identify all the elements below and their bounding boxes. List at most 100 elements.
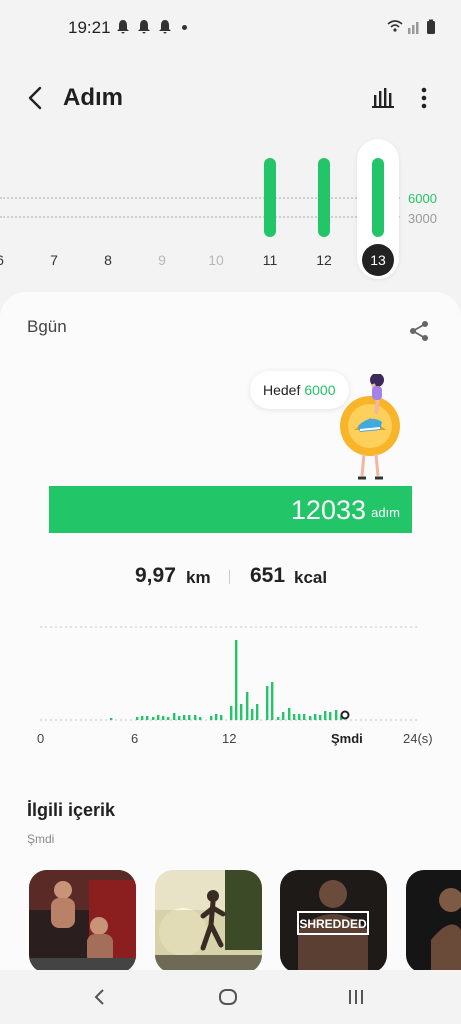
hourly-bar xyxy=(309,716,312,720)
hourly-steps-chart: 0 6 12 Şmdi 24(s) xyxy=(0,617,461,757)
goal-line-3000 xyxy=(0,216,400,218)
share-button[interactable] xyxy=(408,320,430,342)
hourly-bar xyxy=(282,712,285,720)
chevron-left-icon xyxy=(28,86,42,110)
day-label[interactable]: 7 xyxy=(39,252,69,268)
more-vertical-icon xyxy=(421,87,427,109)
hourly-bar xyxy=(110,718,113,720)
related-content-card-2[interactable] xyxy=(155,870,262,973)
tick-label: 6 xyxy=(131,731,139,746)
day-label[interactable]: 11 xyxy=(255,252,285,268)
hourly-bar xyxy=(319,715,322,720)
hourly-bar xyxy=(251,709,254,720)
hourly-bar xyxy=(194,715,197,720)
hourly-bar xyxy=(157,715,160,720)
tick-label: 0 xyxy=(37,731,45,746)
hourly-bar xyxy=(298,714,301,720)
hourly-bar xyxy=(173,713,176,720)
day-title: Bgün xyxy=(27,317,67,336)
day-bar-13[interactable] xyxy=(372,158,384,237)
statistics-button[interactable] xyxy=(370,86,396,110)
goal-value: 6000 xyxy=(304,382,336,398)
hourly-bar xyxy=(199,717,202,720)
selected-day-label[interactable]: 13 xyxy=(362,244,394,276)
hourly-bar xyxy=(335,710,338,720)
day-bar-11[interactable] xyxy=(264,158,276,237)
page-title: Adım xyxy=(63,84,123,111)
day-label[interactable]: 12 xyxy=(309,252,339,268)
hourly-bar xyxy=(235,640,238,720)
nav-back-button[interactable] xyxy=(84,982,114,1012)
bell-icon xyxy=(117,20,129,34)
fitness-image xyxy=(406,870,461,973)
more-options-button[interactable] xyxy=(414,84,434,112)
hourly-bars xyxy=(40,626,420,721)
related-content-card-4[interactable] xyxy=(406,870,461,973)
system-navigation-bar xyxy=(0,970,461,1024)
goal-label: Hedef xyxy=(263,382,301,398)
status-time: 19:21 xyxy=(68,18,111,37)
related-content-subtitle: Şmdi xyxy=(27,832,55,846)
day-bar-12[interactable] xyxy=(318,158,330,237)
nav-recents-button[interactable] xyxy=(341,982,371,1012)
goal-label-6000: 6000 xyxy=(408,191,437,206)
day-label[interactable]: 10 xyxy=(201,252,231,268)
hourly-bar xyxy=(215,714,218,720)
related-content-card-3[interactable]: SHREDDED xyxy=(280,870,387,973)
tick-label: 24(s) xyxy=(403,731,433,746)
goal-bubble: Hedef 6000 xyxy=(250,371,349,409)
nav-home-icon xyxy=(219,989,237,1005)
day-label[interactable]: 6 xyxy=(0,252,15,268)
status-bar: 19:21 xyxy=(0,0,461,56)
hourly-bar xyxy=(314,714,317,720)
related-content-title: İlgili içerik xyxy=(27,800,116,820)
divider xyxy=(229,570,230,584)
nav-recents-icon xyxy=(349,990,363,1004)
hourly-bar xyxy=(324,711,327,720)
hourly-bar xyxy=(167,717,170,720)
back-button[interactable] xyxy=(22,84,48,112)
share-icon xyxy=(410,321,428,341)
hourly-bar xyxy=(152,717,155,720)
workout-image xyxy=(29,870,136,973)
goal-line-6000 xyxy=(0,197,400,199)
shredded-image: SHREDDED xyxy=(280,870,387,973)
notification-dot-icon xyxy=(182,25,187,30)
nav-back-icon xyxy=(94,989,104,1005)
daily-detail-card: Bgün Hedef 6000 12033 adım 9,97 km 651 k… xyxy=(0,292,461,1024)
goal-achieved-badge-icon xyxy=(340,374,400,480)
hourly-bar xyxy=(303,714,306,720)
hourly-bar xyxy=(136,717,139,720)
tick-label: 12 xyxy=(222,731,237,746)
hourly-bar xyxy=(178,716,181,720)
hourly-bar xyxy=(277,717,280,720)
hourly-bar xyxy=(146,716,149,720)
calories-unit: kcal xyxy=(294,568,328,587)
steps-count: 12033 xyxy=(290,495,366,525)
running-image xyxy=(155,870,262,973)
distance-unit: km xyxy=(186,568,211,587)
bell-icon xyxy=(138,20,150,34)
hourly-bar xyxy=(288,708,291,720)
hourly-bar xyxy=(246,692,249,720)
hourly-bar xyxy=(266,686,269,720)
hourly-bar xyxy=(210,716,213,720)
distance-value: 9,97 xyxy=(135,564,176,587)
tick-label-now: Şmdi xyxy=(331,731,363,746)
steps-progress-bar: 12033 adım xyxy=(49,486,412,533)
hourly-bar xyxy=(271,682,274,720)
hourly-bar xyxy=(188,715,191,720)
now-marker-icon xyxy=(340,710,350,720)
related-content-card-1[interactable] xyxy=(29,870,136,973)
summary-stats: 9,97 km 651 kcal xyxy=(0,562,461,592)
app-bar: Adım xyxy=(0,70,461,126)
hourly-bar xyxy=(220,715,223,720)
hourly-bar xyxy=(162,716,165,720)
nav-home-button[interactable] xyxy=(213,982,243,1012)
day-label[interactable]: 8 xyxy=(93,252,123,268)
bell-icon xyxy=(159,20,171,34)
hourly-bar xyxy=(183,715,186,720)
hourly-bar xyxy=(230,706,233,720)
day-label[interactable]: 9 xyxy=(147,252,177,268)
goal-label-3000: 3000 xyxy=(408,211,437,226)
